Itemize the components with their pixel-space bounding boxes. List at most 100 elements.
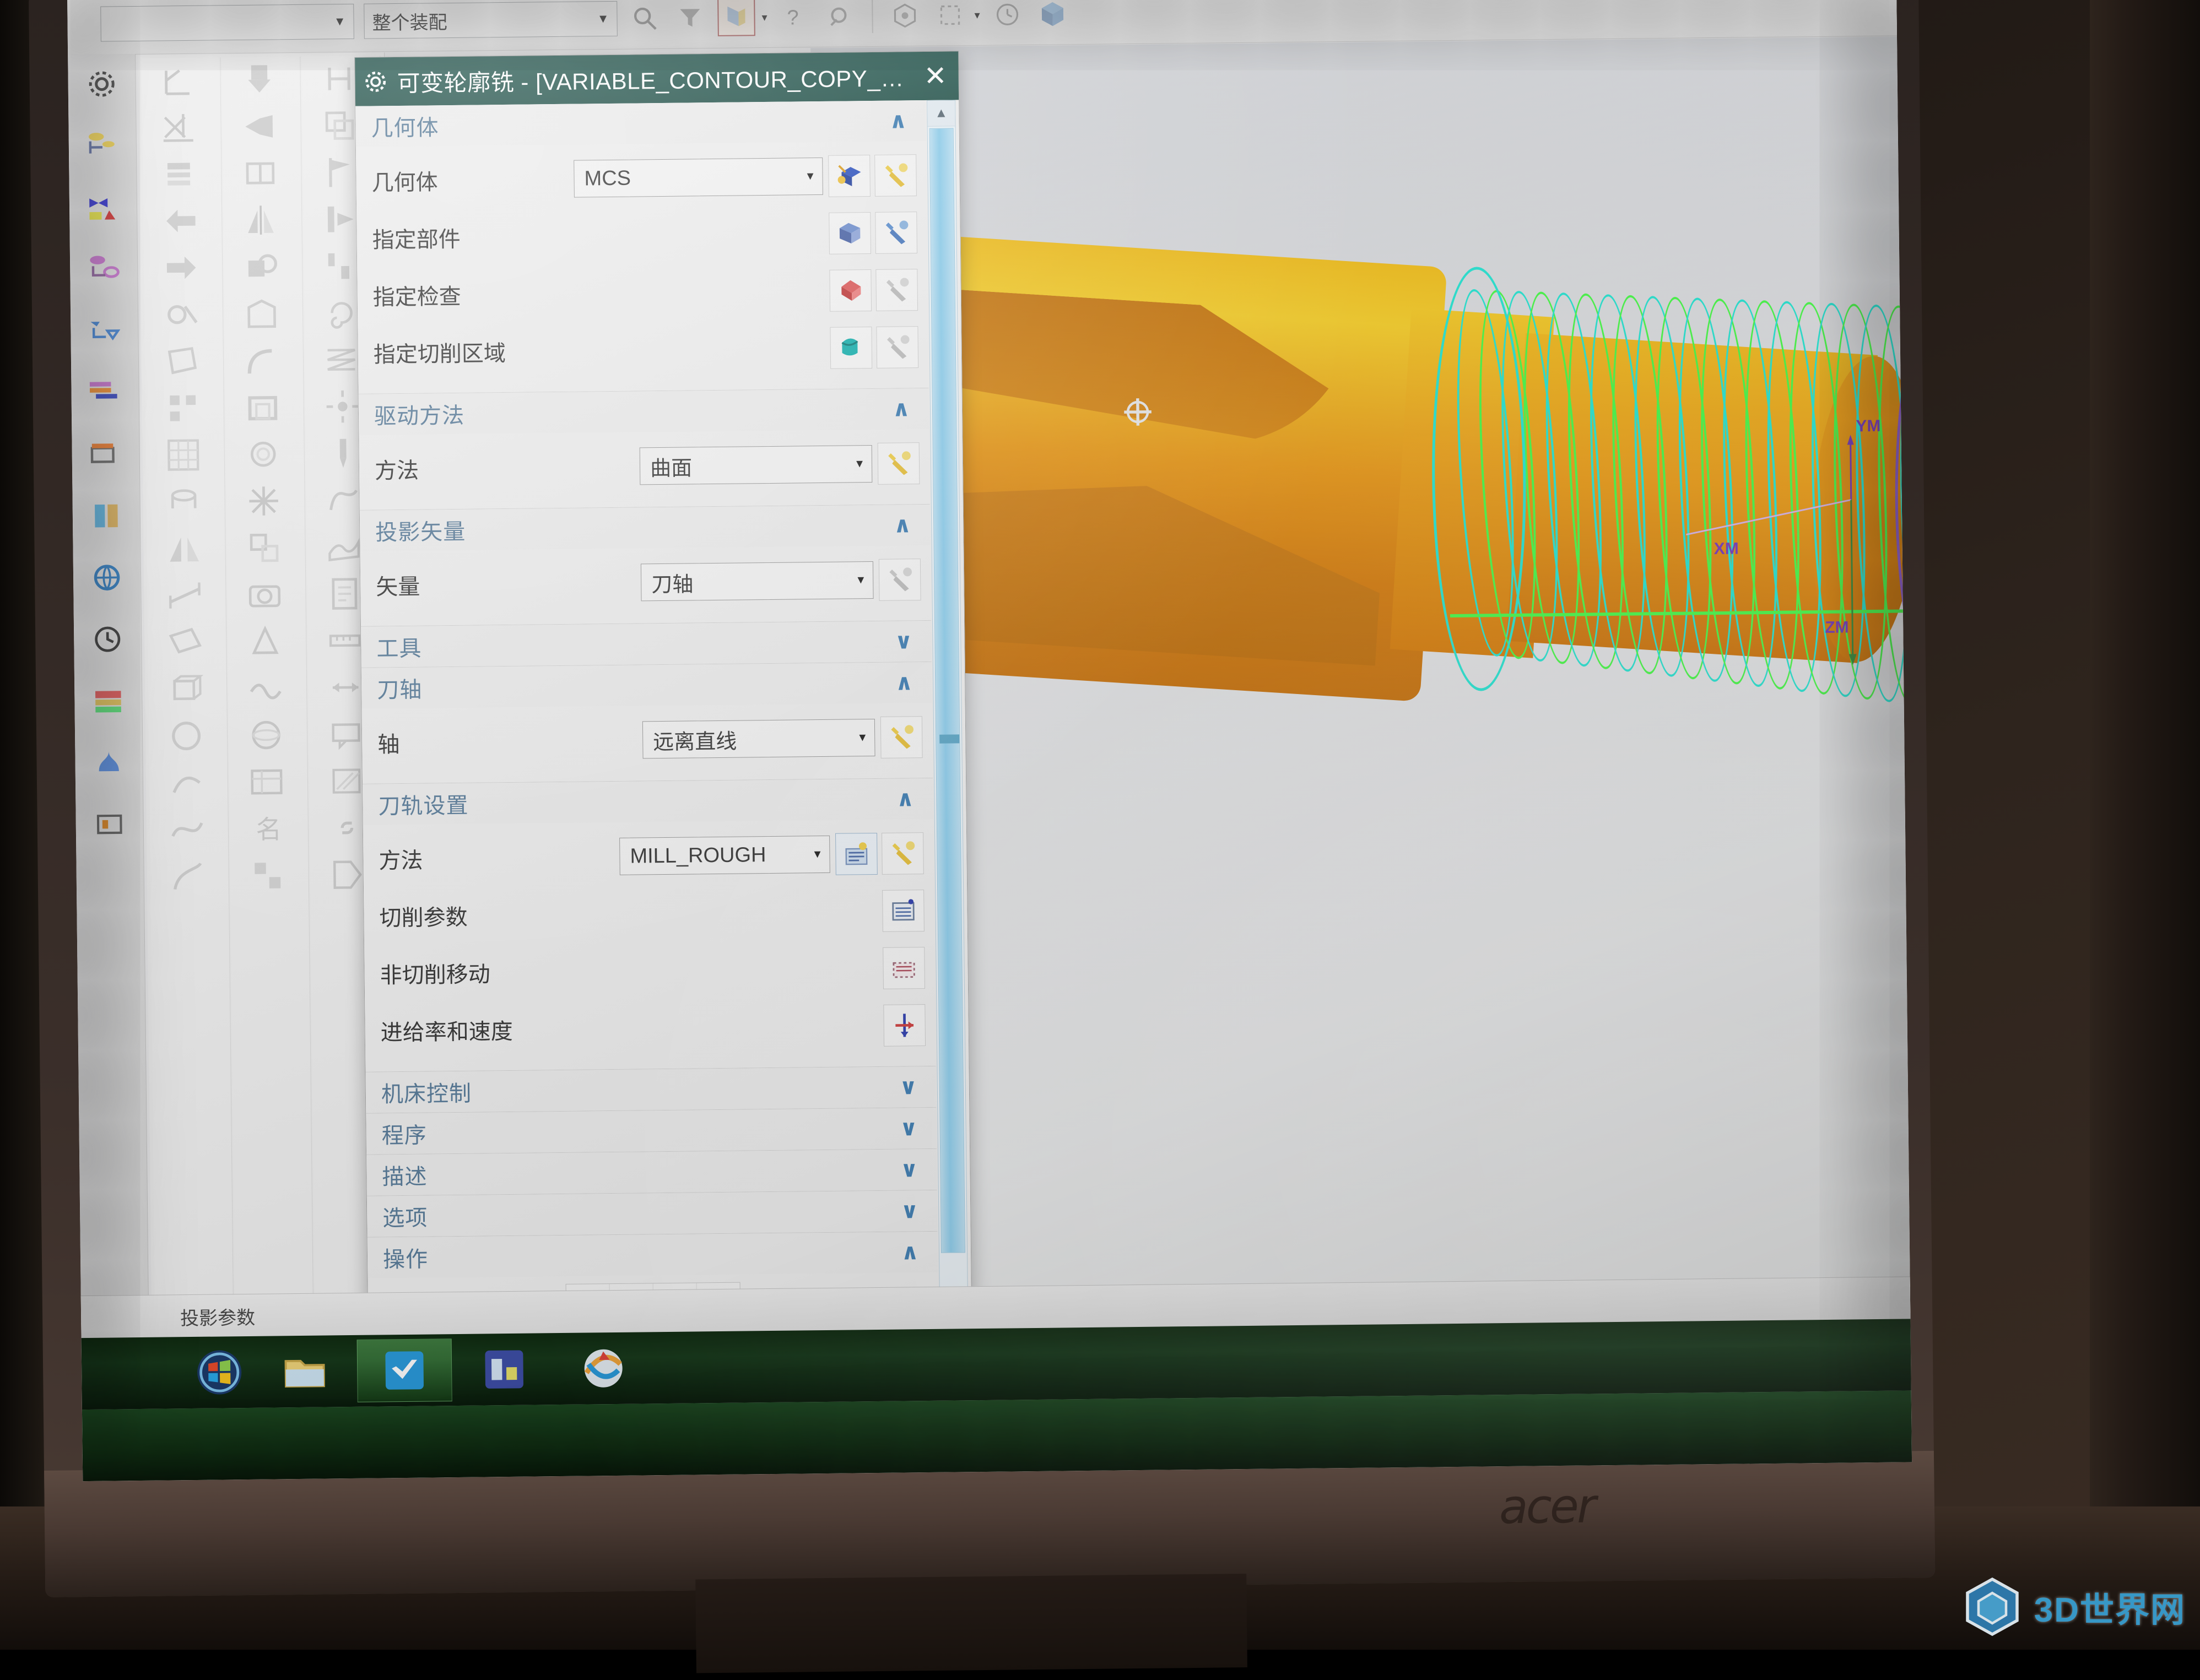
help-cursor-icon[interactable]: ? — [777, 0, 813, 35]
spline-icon[interactable] — [149, 806, 225, 852]
resource-gear-icon[interactable] — [78, 63, 126, 105]
section-chevron-icon[interactable]: ∨ — [899, 1074, 917, 1099]
check-settings-icon[interactable] — [875, 269, 918, 311]
roles-icon[interactable] — [84, 680, 132, 722]
shaded-view-icon[interactable] — [887, 0, 923, 34]
sketch-icon[interactable] — [149, 760, 225, 805]
select-cut-area-icon[interactable] — [830, 327, 873, 369]
camera-icon[interactable] — [227, 572, 302, 617]
measure-icon[interactable] — [147, 572, 223, 617]
revolve-icon[interactable] — [146, 479, 221, 524]
blend-icon[interactable] — [225, 338, 300, 383]
chevron-down-icon[interactable]: ▼ — [854, 458, 865, 470]
find-object-icon[interactable] — [627, 1, 663, 36]
section-header-tool-axis[interactable]: 刀轴 ∧ — [361, 662, 932, 709]
sheet-body-icon[interactable] — [145, 338, 220, 383]
section-header-projection-vector[interactable]: 投影矢量 ∧ — [359, 504, 931, 551]
variable-contour-dialog[interactable]: 可变轮廓铣 - [VARIABLE_CONTOUR_COPY_C... ✕ 几何… — [354, 51, 973, 1411]
taskbar-item-blue-app[interactable] — [356, 1338, 452, 1402]
grid-icon[interactable] — [145, 432, 221, 477]
section-chevron-icon[interactable]: ∧ — [895, 670, 913, 695]
clock-view-icon[interactable] — [990, 0, 1025, 32]
extrude-icon[interactable] — [221, 57, 297, 102]
new-method-icon[interactable] — [835, 832, 878, 875]
section-chevron-icon[interactable]: ∨ — [900, 1198, 918, 1223]
start-button[interactable] — [186, 1341, 253, 1403]
wave-icon[interactable] — [228, 665, 304, 711]
curve-tool-icon[interactable] — [150, 853, 225, 898]
feeds-speeds-icon[interactable] — [883, 1004, 926, 1047]
projection-vector-edit-icon[interactable] — [878, 559, 921, 601]
pattern-icon[interactable] — [145, 385, 220, 430]
filter-icon[interactable] — [672, 0, 708, 36]
arrow-left-icon[interactable] — [143, 198, 219, 243]
wireframe-icon[interactable] — [932, 0, 968, 33]
dialog-title-bar[interactable]: 可变轮廓铣 - [VARIABLE_CONTOUR_COPY_C... ✕ — [355, 51, 959, 106]
system-materials-icon[interactable] — [85, 741, 133, 784]
offset-icon[interactable] — [225, 431, 301, 476]
history-icon[interactable] — [84, 618, 132, 660]
select-path-settings-0[interactable]: MILL_ROUGH ▼ — [619, 835, 830, 875]
mirror-body-icon[interactable] — [147, 525, 222, 571]
web-browser-icon[interactable] — [83, 556, 131, 599]
select-tool-axis-0[interactable]: 远离直线 ▼ — [642, 718, 875, 759]
edit-method-icon[interactable] — [882, 832, 924, 875]
graphics-window[interactable]: XM YM ZM 名称 : VARIABLE_CONTOUR_COPY_COPY — [810, 36, 1911, 1332]
chevron-down-icon[interactable]: ▼ — [857, 731, 868, 744]
select-projection-vector-0[interactable]: 刀轴 ▼ — [640, 561, 874, 601]
reuse-library-icon[interactable] — [83, 495, 131, 537]
taskbar-item-nx[interactable] — [457, 1338, 552, 1401]
axis-cross-icon[interactable] — [142, 104, 218, 149]
cutting-parameters-icon[interactable] — [882, 890, 925, 932]
section-header-options[interactable]: 选项 ∨ — [366, 1190, 938, 1237]
section-chevron-icon[interactable]: ∧ — [901, 1239, 919, 1265]
section-chevron-icon[interactable]: ∧ — [893, 512, 911, 538]
sphere-icon[interactable] — [229, 712, 304, 757]
taskbar-item-explorer[interactable] — [258, 1340, 352, 1403]
section-chevron-icon[interactable]: ∧ — [896, 786, 915, 811]
non-cutting-moves-icon[interactable] — [883, 947, 925, 989]
chevron-down-icon[interactable]: ▼ — [855, 574, 866, 587]
chamfer-icon[interactable] — [224, 291, 300, 336]
section-header-tool[interactable]: 工具 ∨ — [361, 620, 932, 668]
block-icon[interactable] — [148, 666, 224, 711]
transform-icon[interactable] — [226, 525, 302, 570]
iso-view-icon[interactable] — [1035, 0, 1071, 32]
assembly-scope-dropdown[interactable]: 整个装配 ▼ — [364, 1, 618, 39]
section-chevron-icon[interactable]: ∧ — [889, 108, 907, 133]
mcs-edit-icon[interactable] — [828, 155, 871, 197]
section-chevron-icon[interactable]: ∧ — [892, 396, 910, 421]
part-navigator-icon[interactable] — [82, 433, 129, 475]
operation-navigator-icon[interactable] — [78, 124, 126, 167]
select-part-icon[interactable] — [829, 212, 872, 254]
snowflake-icon[interactable] — [226, 478, 301, 523]
taskbar-item-browser[interactable] — [556, 1337, 651, 1400]
drive-method-edit-icon[interactable] — [877, 442, 920, 485]
select-check-icon[interactable] — [829, 269, 872, 312]
shell-icon[interactable] — [225, 384, 300, 430]
section-chevron-icon[interactable]: ∨ — [900, 1115, 918, 1141]
machine-tool-icon[interactable] — [79, 186, 127, 229]
section-chevron-icon[interactable]: ∨ — [895, 628, 913, 654]
select-drive-method-0[interactable]: 曲面 ▼ — [639, 445, 873, 485]
select-feature-icon[interactable] — [717, 0, 755, 36]
layers-icon[interactable] — [143, 151, 218, 196]
method-view-icon[interactable] — [80, 310, 128, 352]
text-icon[interactable]: 名 — [229, 806, 305, 851]
close-icon[interactable]: ✕ — [920, 59, 951, 92]
section-header-path-settings[interactable]: 刀轨设置 ∧ — [363, 778, 933, 825]
taper-icon[interactable] — [222, 104, 298, 149]
mcs-settings-icon[interactable] — [874, 154, 917, 197]
chevron-down-icon[interactable]: ▼ — [805, 170, 816, 183]
select-geometry-0[interactable]: MCS ▼ — [574, 157, 823, 198]
section-header-machine-control[interactable]: 机床控制 ∨ — [365, 1066, 937, 1113]
section-header-program[interactable]: 程序 ∨ — [366, 1107, 937, 1155]
assembly-navigator-icon[interactable] — [81, 371, 129, 414]
type-filter-dropdown[interactable]: ▼ — [100, 3, 354, 42]
process-studio-icon[interactable] — [85, 803, 133, 846]
chevron-down-icon[interactable]: ▼ — [812, 848, 823, 860]
dropdown-dot-icon[interactable]: ▾ — [974, 8, 980, 21]
trim-icon[interactable] — [144, 291, 220, 337]
arrow-right-icon[interactable] — [144, 245, 219, 290]
tool-axis-edit-icon[interactable] — [880, 716, 923, 758]
